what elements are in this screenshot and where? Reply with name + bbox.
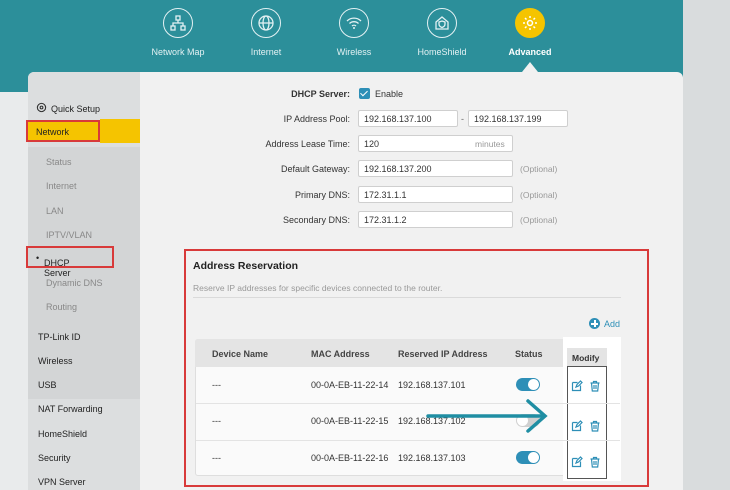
secondary-dns-input[interactable]: 172.31.1.2 (358, 211, 513, 228)
sidebar-sub-routing[interactable]: Routing (46, 302, 77, 312)
sidebar-sub-dynamic-dns[interactable]: Dynamic DNS (46, 278, 103, 288)
sidebar-item-tp-link-id[interactable]: TP-Link ID (38, 332, 81, 342)
nav-homeshield[interactable]: HomeShield (402, 8, 482, 57)
status-toggle[interactable] (516, 451, 540, 464)
gear-icon (515, 8, 545, 38)
row-divider (196, 403, 620, 404)
sidebar-item-vpn-server[interactable]: VPN Server (38, 477, 86, 487)
column-device-name: Device Name (212, 349, 269, 359)
primary-dns-label: Primary DNS: (294, 190, 350, 200)
add-button[interactable]: Add (589, 318, 620, 329)
wifi-icon (339, 8, 369, 38)
page-right-edge (683, 0, 730, 490)
row-divider (196, 440, 620, 441)
column-status: Status (515, 349, 543, 359)
network-map-icon (163, 8, 193, 38)
sidebar-item-network[interactable]: Network (26, 120, 100, 142)
sidebar-item-homeshield[interactable]: HomeShield (38, 429, 87, 439)
nav-label: Network Map (151, 47, 205, 57)
sidebar-sub-lan[interactable]: LAN (46, 206, 64, 216)
section-description: Reserve IP addresses for specific device… (193, 283, 443, 293)
nav-label: Internet (250, 47, 282, 57)
dhcp-server-label: DHCP Server: (291, 89, 350, 99)
secondary-dns-optional: (Optional) (520, 215, 558, 225)
nav-label: Wireless (336, 47, 372, 57)
section-title: Address Reservation (193, 260, 299, 272)
row-mac: 00-0A-EB-11-22-14 (311, 380, 389, 390)
sidebar-item-nat-forwarding[interactable]: NAT Forwarding (38, 404, 103, 414)
column-modify: Modify (567, 348, 607, 367)
row-device-name: --- (212, 380, 221, 390)
gateway-optional: (Optional) (520, 164, 558, 174)
sidebar-sub-status[interactable]: Status (46, 157, 72, 167)
row-device-name: --- (212, 453, 221, 463)
sidebar-sub-dhcp-server[interactable]: • DHCP Server (26, 246, 114, 278)
active-tab-caret (522, 62, 538, 72)
sidebar-item-quick-setup[interactable]: Quick Setup (36, 102, 100, 115)
add-icon (589, 318, 600, 329)
row-mac: 00-0A-EB-11-22-15 (311, 416, 389, 426)
row-ip: 192.168.137.101 (398, 380, 466, 390)
trash-icon[interactable] (589, 456, 601, 468)
nav-network-map[interactable]: Network Map (138, 8, 218, 57)
status-toggle[interactable] (516, 378, 540, 391)
column-reserved-ip: Reserved IP Address (398, 349, 488, 359)
sidebar-sub-iptv-vlan[interactable]: IPTV/VLAN (46, 230, 92, 240)
add-label: Add (604, 318, 621, 329)
ip-pool-label: IP Address Pool: (283, 114, 350, 124)
pool-start-input[interactable]: 192.168.137.100 (358, 110, 458, 127)
section-divider (193, 297, 621, 298)
nav-label: HomeShield (417, 47, 467, 57)
sidebar-sub-internet[interactable]: Internet (46, 181, 77, 191)
arrow-right-icon (425, 396, 555, 436)
sidebar-item-wireless[interactable]: Wireless (38, 356, 73, 366)
edit-icon[interactable] (571, 420, 583, 432)
gateway-input[interactable]: 192.168.137.200 (358, 160, 513, 177)
network-active-fill (100, 119, 140, 143)
enable-checkbox[interactable] (359, 88, 370, 99)
primary-dns-input[interactable]: 172.31.1.1 (358, 186, 513, 203)
quick-setup-icon (36, 102, 47, 115)
enable-label: Enable (375, 89, 404, 99)
trash-icon[interactable] (589, 380, 601, 392)
column-mac-address: MAC Address (311, 349, 370, 359)
sidebar-item-label: • DHCP Server (36, 253, 71, 278)
sidebar-item-label: Network (36, 127, 70, 137)
gateway-label: Default Gateway: (280, 164, 350, 174)
edit-icon[interactable] (571, 456, 583, 468)
nav-label: Advanced (508, 47, 552, 57)
trash-icon[interactable] (589, 420, 601, 432)
lease-time-label: Address Lease Time: (265, 139, 350, 149)
home-shield-icon (427, 8, 457, 38)
primary-dns-optional: (Optional) (520, 190, 558, 200)
pool-end-input[interactable]: 192.168.137.199 (468, 110, 568, 127)
nav-internet[interactable]: Internet (226, 8, 306, 57)
row-mac: 00-0A-EB-11-22-16 (311, 453, 389, 463)
sidebar-item-usb[interactable]: USB (38, 380, 57, 390)
secondary-dns-label: Secondary DNS: (282, 215, 350, 225)
nav-wireless[interactable]: Wireless (314, 8, 394, 57)
lease-unit: minutes (475, 139, 505, 149)
nav-advanced[interactable]: Advanced (490, 8, 570, 57)
sidebar-item-label: Quick Setup (51, 103, 101, 114)
globe-icon (251, 8, 281, 38)
row-ip: 192.168.137.103 (398, 453, 466, 463)
pool-dash: - (461, 114, 464, 124)
column-modify-label: Modify (572, 353, 600, 363)
row-device-name: --- (212, 416, 221, 426)
edit-icon[interactable] (571, 380, 583, 392)
sidebar-item-security[interactable]: Security (38, 453, 71, 463)
